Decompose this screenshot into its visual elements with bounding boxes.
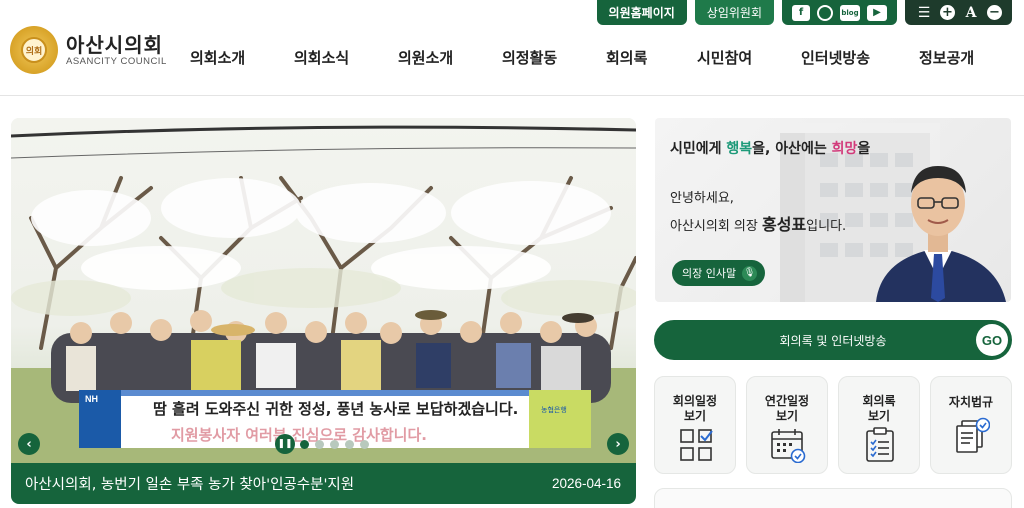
- microphone-icon: 🎙: [742, 265, 758, 281]
- logo-name: 아산시의회: [66, 32, 163, 57]
- menu-icon[interactable]: ☰: [915, 4, 933, 22]
- tile-minutes[interactable]: 회의록 보기: [838, 376, 920, 474]
- chairman-panel: 시민에게 행복을, 아산에는 희망을 안녕하세요, 아산시의회 의장 홍성표입니…: [655, 118, 1011, 302]
- zoom-in-icon[interactable]: +: [940, 5, 955, 20]
- chairman-greeting-button[interactable]: 의장 인사말 🎙: [672, 260, 766, 286]
- site-logo[interactable]: 의회 아산시의회 ASANCITY COUNCIL: [10, 26, 167, 74]
- slide-date: 2026-04-16: [551, 476, 621, 491]
- tile-label: 회의록 보기: [862, 394, 896, 423]
- slider-next-button[interactable]: ›: [607, 433, 629, 455]
- main-slider: NH 농협은행 땀 흘려 도와주신 귀한 정성, 풍년 농사로 보답하겠습니다.…: [11, 118, 636, 504]
- slide-dot[interactable]: [360, 439, 369, 449]
- nav-minutes[interactable]: 회의록: [606, 47, 697, 68]
- nav-council-intro[interactable]: 의회소개: [190, 47, 294, 68]
- utility-bar: 의원홈페이지 상임위원회 f blog ▶ ☰ + A −: [596, 0, 1012, 26]
- page: 의원홈페이지 상임위원회 f blog ▶ ☰ + A − 의회 아산시의회 A…: [0, 0, 1024, 508]
- slide-dot[interactable]: [300, 439, 309, 449]
- tile-local-laws[interactable]: 자치법규: [930, 376, 1012, 474]
- standing-committee-button[interactable]: 상임위원회: [694, 0, 774, 25]
- slogan-part: 시민에게: [670, 141, 727, 157]
- instagram-icon[interactable]: [817, 4, 833, 21]
- sns-links: f blog ▶: [782, 0, 897, 25]
- blog-icon[interactable]: blog: [840, 4, 860, 21]
- banner-logo-right: 농협은행: [541, 405, 567, 414]
- font-icon[interactable]: A: [962, 4, 980, 22]
- documents-check-icon: [956, 417, 990, 453]
- pause-icon[interactable]: ❚❚: [275, 434, 295, 454]
- greeting-button-label: 의장 인사말: [682, 267, 737, 280]
- nav-activities[interactable]: 의정활동: [502, 47, 606, 68]
- slide-caption: 아산시의회, 농번기 일손 부족 농가 찾아'인공수분'지원: [25, 477, 355, 493]
- seal-text: 의회: [21, 37, 47, 63]
- logo-english: ASANCITY COUNCIL: [66, 55, 167, 67]
- slogan-part: 을, 아산에는: [752, 141, 832, 157]
- greeting-part: 아산시의회 의장: [670, 219, 762, 234]
- minutes-broadcast-label: 회의록 및 인터넷방송: [779, 333, 887, 348]
- tile-label: 자치법규: [948, 395, 994, 409]
- council-seal-icon: 의회: [10, 26, 58, 74]
- nav-information[interactable]: 정보공개: [919, 47, 974, 68]
- slide-dot[interactable]: [345, 439, 354, 449]
- go-button[interactable]: GO: [976, 324, 1008, 356]
- banner-line1: 땀 흘려 도와주신 귀한 정성, 풍년 농사로 보답하겠습니다.: [153, 400, 518, 418]
- tile-meeting-schedule[interactable]: 회의일정 보기: [654, 376, 736, 474]
- clipboard-list-icon: [866, 427, 894, 462]
- calendar-check-icon: [771, 429, 806, 463]
- grid-check-icon: [680, 429, 713, 461]
- slider-prev-button[interactable]: ‹: [18, 433, 40, 455]
- youtube-icon[interactable]: ▶: [867, 4, 887, 21]
- greeting-part: 입니다.: [806, 219, 847, 234]
- chairman-name: 홍성표: [762, 215, 807, 234]
- greeting-chairman: 아산시의회 의장 홍성표입니다.: [670, 211, 846, 235]
- council-homepage-button[interactable]: 의원홈페이지: [596, 0, 687, 25]
- slide-dots: [300, 439, 369, 449]
- minutes-broadcast-link[interactable]: 회의록 및 인터넷방송 GO: [654, 320, 1012, 360]
- chairman-photo: [876, 166, 1006, 302]
- nav-broadcast[interactable]: 인터넷방송: [801, 47, 919, 68]
- slide-caption-bar[interactable]: 아산시의회, 농번기 일손 부족 농가 찾아'인공수분'지원 2026-04-1…: [11, 463, 636, 504]
- facebook-icon[interactable]: f: [792, 4, 810, 21]
- quick-links: 회의일정 보기 연간일정 보기 회의록 보기 자치법규: [654, 376, 1012, 474]
- greeting-hello: 안녕하세요,: [670, 191, 734, 206]
- slogan-part: 을: [857, 141, 871, 157]
- slider-pager: ❚❚: [275, 434, 369, 454]
- slogan-happiness: 행복: [726, 141, 753, 157]
- slide-dot[interactable]: [330, 439, 339, 449]
- nav-citizen[interactable]: 시민참여: [697, 47, 801, 68]
- tile-label: 회의일정 보기: [672, 394, 718, 423]
- header-divider: [0, 95, 1024, 96]
- accessibility-tools: ☰ + A −: [905, 0, 1012, 25]
- slogan-hope: 희망: [831, 141, 858, 157]
- next-section-card: [654, 488, 1012, 508]
- nav-council-news[interactable]: 의회소식: [294, 47, 398, 68]
- zoom-out-icon[interactable]: −: [987, 5, 1002, 20]
- chairman-slogan: 시민에게 행복을, 아산에는 희망을: [670, 138, 870, 158]
- nav-members[interactable]: 의원소개: [398, 47, 502, 68]
- banner-logo-left: NH: [85, 394, 98, 404]
- tile-annual-schedule[interactable]: 연간일정 보기: [746, 376, 828, 474]
- main-navigation: 의회소개 의회소식 의원소개 의정활동 회의록 시민참여 인터넷방송 정보공개: [190, 47, 974, 68]
- slide-dot[interactable]: [315, 439, 324, 449]
- slide-photo[interactable]: NH 농협은행 땀 흘려 도와주신 귀한 정성, 풍년 농사로 보답하겠습니다.…: [11, 118, 636, 463]
- tile-label: 연간일정 보기: [764, 394, 810, 423]
